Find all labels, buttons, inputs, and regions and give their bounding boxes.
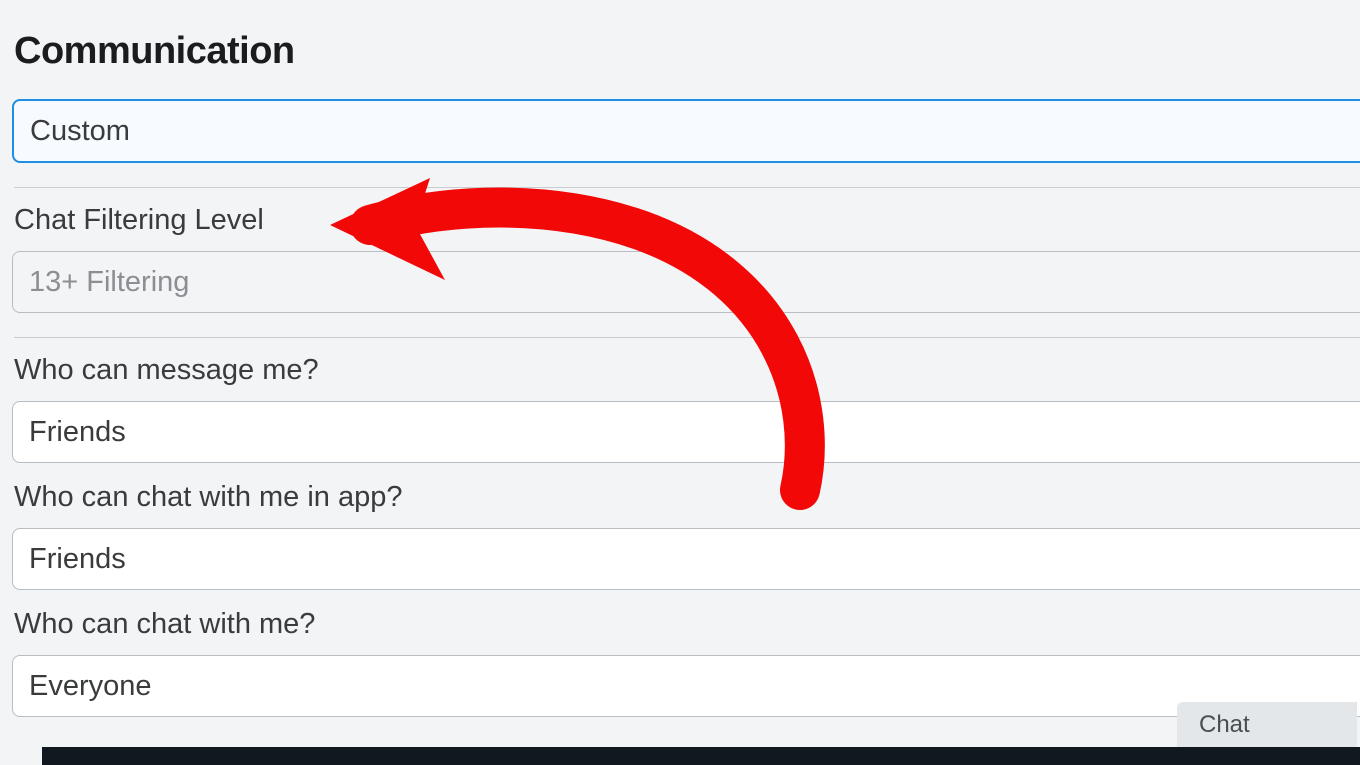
who-chat-dropdown[interactable]: Everyone	[12, 655, 1360, 717]
chat-filtering-dropdown[interactable]: 13+ Filtering	[12, 251, 1360, 313]
communication-mode-value: Custom	[30, 115, 130, 148]
bottom-bar	[42, 747, 1360, 765]
divider	[14, 337, 1360, 338]
who-chat-in-app-dropdown[interactable]: Friends	[12, 528, 1360, 590]
chat-filtering-value: 13+ Filtering	[29, 266, 189, 299]
who-chat-label: Who can chat with me?	[14, 608, 1360, 641]
who-message-value: Friends	[29, 416, 126, 449]
section-title-communication: Communication	[14, 30, 1360, 73]
communication-mode-dropdown[interactable]: Custom	[12, 99, 1360, 163]
divider	[14, 187, 1360, 188]
chat-tab[interactable]: Chat	[1177, 702, 1357, 748]
who-chat-in-app-value: Friends	[29, 543, 126, 576]
who-chat-in-app-label: Who can chat with me in app?	[14, 481, 1360, 514]
chat-filtering-label: Chat Filtering Level	[14, 204, 1360, 237]
who-message-label: Who can message me?	[14, 354, 1360, 387]
who-message-dropdown[interactable]: Friends	[12, 401, 1360, 463]
communication-settings-panel: Communication Custom Chat Filtering Leve…	[0, 0, 1360, 765]
who-chat-value: Everyone	[29, 670, 152, 703]
chat-tab-label: Chat	[1199, 711, 1250, 739]
